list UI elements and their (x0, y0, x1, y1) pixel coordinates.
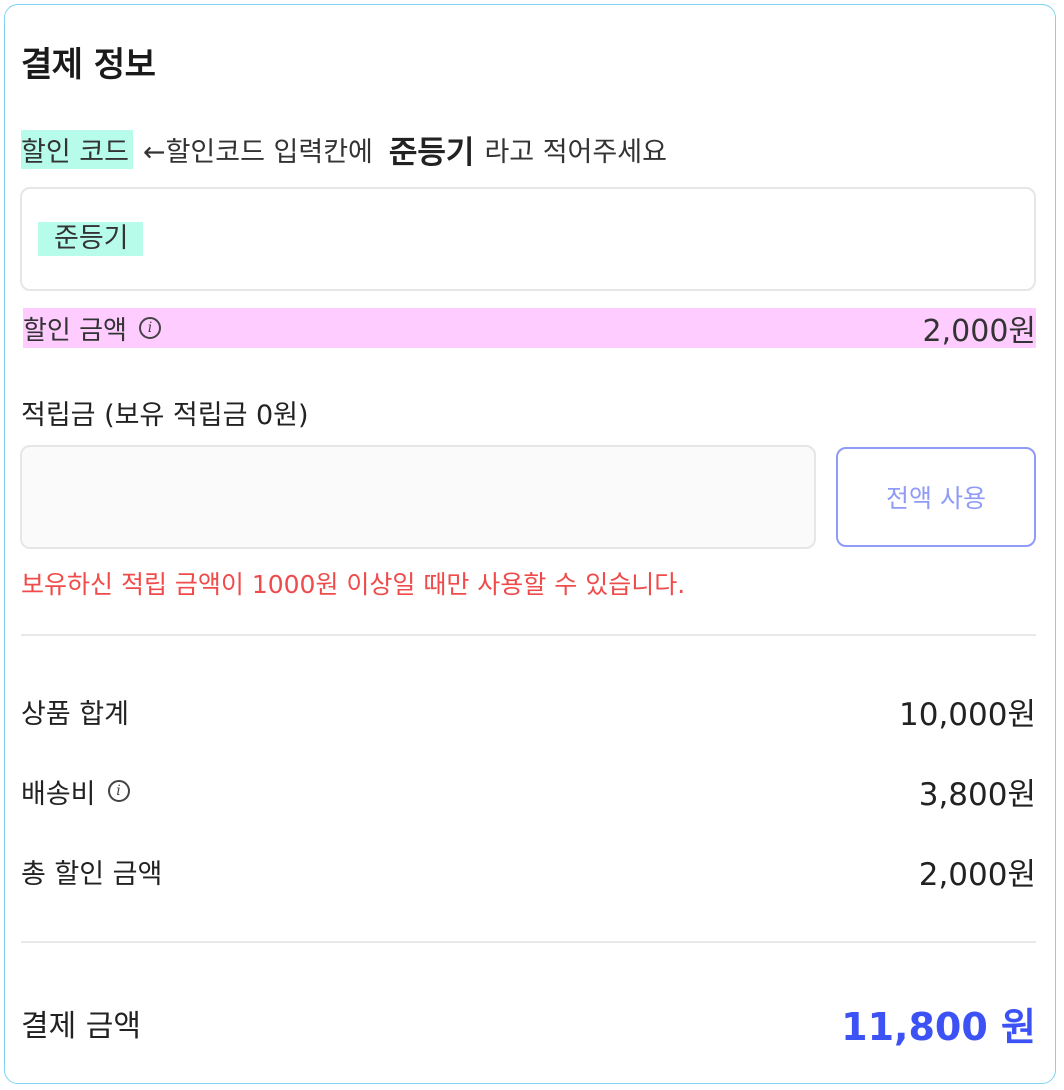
payment-info-panel: 결제 정보 할인 코드 ←할인코드 입력칸에 준등기 라고 적어주세요 준등기 … (4, 4, 1056, 1084)
payment-total-row: 결제 금액 11,800 원 (21, 995, 1036, 1051)
discount-amount-label-group: 할인 금액 i (23, 310, 161, 347)
info-icon[interactable]: i (138, 317, 161, 339)
points-warning-text: 보유하신 적립 금액이 1000원 이상일 때만 사용할 수 있습니다. (21, 570, 686, 599)
info-icon[interactable]: i (107, 780, 130, 802)
shipping-value: 3,800원 (918, 776, 1036, 813)
total-discount-value: 2,000원 (918, 856, 1036, 893)
shipping-label: 배송비 (21, 778, 96, 810)
page-title: 결제 정보 (21, 45, 156, 85)
subtotal-label: 상품 합계 (21, 698, 129, 730)
discount-code-hint: ←할인코드 입력칸에 (142, 136, 373, 168)
discount-amount-value: 2,000원 (922, 314, 1036, 349)
discount-amount-label: 할인 금액 (23, 315, 127, 346)
points-input[interactable] (20, 445, 816, 549)
discount-code-label: 할인 코드 (21, 129, 133, 169)
discount-code-input[interactable]: 준등기 (20, 187, 1036, 291)
total-discount-label: 총 할인 금액 (21, 858, 163, 890)
use-all-points-button[interactable]: 전액 사용 (836, 447, 1036, 547)
discount-code-value: 준등기 (38, 222, 143, 256)
payment-total-value: 11,800 원 (841, 1004, 1036, 1049)
subtotal-row: 상품 합계 10,000원 (21, 689, 1036, 733)
discount-amount-row: 할인 금액 i 2,000원 (23, 308, 1036, 349)
discount-code-label-row: 할인 코드 ←할인코드 입력칸에 준등기 라고 적어주세요 (21, 129, 667, 171)
subtotal-value: 10,000원 (899, 696, 1036, 733)
payment-total-label: 결제 금액 (21, 1009, 141, 1044)
divider (21, 634, 1036, 636)
points-label: 적립금 (보유 적립금 0원) (21, 400, 309, 431)
discount-code-hint-tail: 라고 적어주세요 (484, 136, 667, 168)
divider (21, 941, 1036, 943)
discount-code-hint-code: 준등기 (388, 134, 475, 171)
total-discount-row: 총 할인 금액 2,000원 (21, 849, 1036, 893)
shipping-label-group: 배송비 i (21, 772, 130, 811)
shipping-row: 배송비 i 3,800원 (21, 769, 1036, 813)
